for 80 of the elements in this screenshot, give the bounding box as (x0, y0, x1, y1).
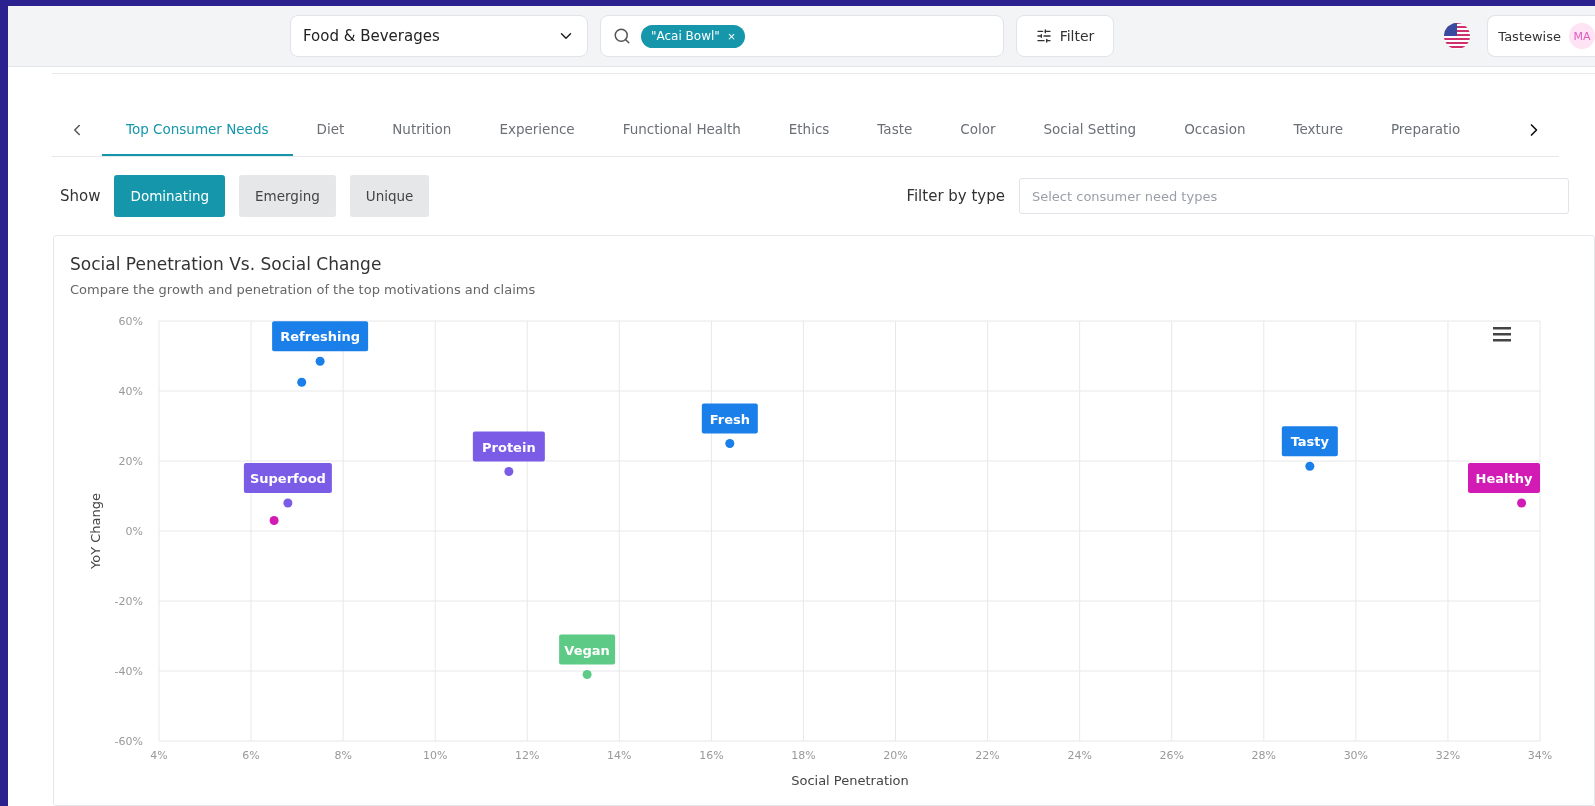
account-name: Tastewise (1498, 28, 1561, 44)
chip-label: "Acai Bowl" (651, 29, 720, 43)
x-tick-label: 30% (1343, 749, 1369, 762)
show-option-button[interactable]: Dominating (114, 175, 226, 217)
annotation: Fresh (709, 411, 750, 427)
chart-title: Social Penetration Vs. Social Change (70, 254, 383, 274)
y-tick-label: -60% (114, 735, 143, 748)
x-tick-label: 16% (699, 749, 724, 762)
y-tick-label: 40% (118, 385, 143, 398)
annotation: Refreshing (280, 329, 360, 345)
menu-icon[interactable] (1493, 327, 1511, 342)
x-tick-label: 34% (1527, 749, 1553, 762)
y-tick-label: -40% (114, 665, 143, 678)
x-axis-title: Social Penetration (791, 773, 909, 788)
tab[interactable]: Texture (1269, 104, 1367, 156)
data-label: Refreshing (272, 321, 369, 352)
data-point[interactable] (1517, 498, 1527, 508)
x-tick-label: 22% (975, 749, 1000, 762)
x-tick-label: 26% (1159, 749, 1184, 762)
x-tick-label: 8% (334, 749, 352, 762)
data-point[interactable] (725, 439, 735, 448)
tab[interactable]: Experience (475, 104, 599, 156)
type-filter-field[interactable]: Select consumer need types (1019, 178, 1569, 214)
x-tick-label: 18% (791, 749, 816, 762)
data-point[interactable] (582, 670, 592, 679)
tab[interactable]: Social Setting (1019, 104, 1161, 156)
tab[interactable]: Preparatio (1366, 104, 1485, 156)
sliders-icon (1035, 28, 1052, 44)
tab[interactable]: Color (936, 104, 1020, 156)
category-dropdown[interactable]: Food & Beverages (290, 15, 588, 57)
data-label: Healthy (1468, 463, 1540, 493)
annotation: Tasty (1290, 434, 1330, 450)
data-point[interactable] (269, 516, 279, 525)
chart-subtitle: Compare the growth and penetration of the top motivations and claims (70, 282, 537, 297)
account-button[interactable]: Tastewise MA (1487, 15, 1595, 57)
chip-close-button[interactable]: × (727, 28, 736, 44)
y-axis-title: YoY Change (88, 493, 103, 569)
x-tick-label: 12% (515, 749, 540, 762)
flag-icon[interactable] (1443, 22, 1472, 50)
data-point[interactable] (283, 498, 293, 508)
data-point[interactable] (315, 356, 325, 366)
data-point[interactable] (1305, 461, 1315, 471)
tab[interactable]: Occasion (1160, 104, 1270, 156)
annotation: Vegan (564, 642, 610, 658)
tab[interactable]: Ethics (764, 104, 854, 156)
x-tick-label: 6% (242, 749, 260, 762)
x-tick-label: 14% (607, 749, 632, 762)
tab[interactable]: Functional Health (598, 104, 765, 156)
annotation: Healthy (1475, 471, 1533, 486)
x-tick-label: 4% (150, 749, 168, 762)
annotation: Superfood (249, 471, 326, 486)
data-point[interactable] (504, 467, 514, 476)
search-field[interactable]: "Acai Bowl" × (600, 15, 1004, 57)
x-tick-label: 10% (422, 749, 448, 762)
tab[interactable]: Diet (292, 104, 369, 156)
avatar: MA (1569, 23, 1595, 49)
tab[interactable]: Nutrition (368, 104, 476, 156)
x-tick-label: 24% (1067, 749, 1092, 762)
data-label: Protein (472, 431, 545, 462)
y-tick-label: -20% (114, 595, 143, 608)
x-tick-label: 20% (883, 749, 908, 762)
data-label: Vegan (559, 634, 616, 665)
search-icon (613, 27, 631, 45)
annotation: Protein (482, 439, 536, 455)
x-tick-label: 28% (1251, 749, 1277, 762)
tab[interactable]: Taste (853, 104, 937, 156)
show-option-button[interactable]: Emerging (239, 175, 336, 217)
y-tick-label: 20% (118, 455, 143, 468)
tab[interactable]: Top Consumer Needs (102, 104, 293, 156)
filter-by-type-label: Filter by type (906, 187, 1005, 205)
data-label: Tasty (1281, 426, 1338, 457)
data-label: Fresh (701, 403, 758, 434)
show-option-button[interactable]: Unique (349, 175, 430, 217)
show-label: Show (60, 187, 101, 205)
data-point[interactable] (297, 377, 307, 387)
x-tick-label: 32% (1435, 749, 1461, 762)
filter-button[interactable]: Filter (1016, 15, 1114, 57)
y-tick-label: 60% (118, 315, 143, 328)
data-label: Superfood (243, 463, 332, 493)
y-tick-label: 0% (125, 525, 143, 538)
